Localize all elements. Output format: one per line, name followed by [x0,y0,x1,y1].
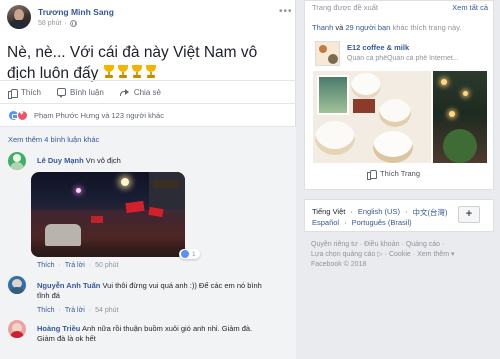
post-action-bar: Thích Bình luận Chia sẻ [0,80,296,104]
trophy-icon [117,65,129,79]
like-page-button[interactable]: Thích Trang [367,169,421,180]
globe-icon [69,20,77,27]
ad-choices-link[interactable]: Lựa chọn quảng cáo [311,250,375,260]
footer-row: Facebook © 2018 [311,260,491,270]
share-label: Chia sẻ [133,87,161,97]
comment-reaction-count[interactable]: 1 [179,249,200,259]
friends-like-text: Thanh và 29 người bạn khác thích trang n… [312,23,462,32]
post-timestamp[interactable]: 58 phút · [38,20,114,27]
language-option[interactable]: Português (Brasil) [352,218,412,227]
like-page-label: Thích Trang [380,169,421,178]
language-row: Tiếng Việt · English (US) · 中文(台灣) [312,207,448,218]
see-more-link[interactable]: Xem thêm [417,250,449,260]
footer-row: Lựa chọn quảng cáo ▷ · Cookie · Xem thêm… [311,250,455,260]
comment-avatar[interactable] [8,320,26,338]
comment-author[interactable]: Lê Duy Mạnh [37,156,84,165]
footer-row: Quyền riêng tư · Điều khoản · Quảng cáo … [311,240,445,250]
comment-text: Anh nữa rồi thuận buồm xuôi gió anh nhỉ.… [82,324,253,333]
comment-text-cont: tĩnh đá [37,291,60,300]
comment-text: Vn vô địch [85,156,121,165]
page-photo-side[interactable] [433,71,487,163]
suggest-title: Trang được đề xuất [312,3,378,12]
add-language-button[interactable]: + [458,206,480,223]
ads-link[interactable]: Quảng cáo [406,240,440,250]
comment-time[interactable]: 50 phút [95,262,118,269]
view-more-comments-link[interactable]: Xem thêm 4 bình luận khác [8,135,99,144]
language-option[interactable]: Español [312,218,339,227]
comment-reply-link[interactable]: Trả lời [65,307,85,314]
page-photo-main[interactable] [313,71,431,163]
comment-body: Lê Duy Mạnh Vn vô địch [37,156,121,166]
cookie-link[interactable]: Cookie [389,250,411,260]
comment-icon [57,88,67,98]
comment-author[interactable]: Hoàng Triều [37,324,80,333]
language-option[interactable]: English (US) [358,207,400,218]
comment-avatar[interactable] [8,152,26,170]
comment-label: Bình luận [70,87,104,97]
post-text: Nè, nè... Với cái đà này Việt Nam vô địc… [7,42,287,84]
author-avatar[interactable] [7,5,31,29]
privacy-link[interactable]: Quyền riêng tư [311,240,358,250]
like-button[interactable]: Thích [8,87,42,99]
comment-time[interactable]: 54 phút [95,307,118,314]
post-header: Trương Minh Sang 58 phút · [7,5,114,31]
friend-name-link[interactable]: Thanh [312,23,333,32]
language-row: Español · Português (Brasil) [312,218,412,227]
comment-like-link[interactable]: Thích [37,307,55,314]
footer-links: Quyền riêng tư · Điều khoản · Quảng cáo … [311,240,491,270]
reactions-summary[interactable]: Phạm Phước Hưng và 123 người khác [8,110,164,121]
comment-body: Nguyễn Anh Tuấn Vui thôi đừng vui quá an… [37,281,287,291]
comment-text-cont: Giảm đà là ok hết [37,334,96,343]
comment-body: Hoàng Triều Anh nữa rồi thuận buồm xuôi … [37,324,287,334]
page-description: Quán cà phêQuán cà phê Internet... [347,55,459,62]
comment-author[interactable]: Nguyễn Anh Tuấn [37,281,100,290]
comment-like-link[interactable]: Thích [37,262,55,269]
thumbs-up-icon [367,169,377,180]
post-card: Trương Minh Sang 58 phút · ••• Nè, nè...… [0,0,296,359]
language-card: Tiếng Việt · English (US) · 中文(台灣) Españ… [304,199,494,232]
terms-link[interactable]: Điều khoản [364,240,399,250]
thumbs-up-icon [8,88,18,99]
like-reaction-icon [181,250,189,258]
trophy-icon [131,65,143,79]
see-all-link[interactable]: Xem tất cả [452,3,488,12]
comment-photo[interactable] [31,172,185,257]
post-time[interactable]: 58 phút [38,20,61,27]
copyright: Facebook © 2018 [311,261,367,268]
current-language: Tiếng Việt [312,207,346,216]
suggest-header: Trang được đề xuất Xem tất cả [312,3,488,12]
page-name-link[interactable]: E12 coffee & milk [347,43,409,52]
trophy-icon [103,65,115,79]
love-reaction-icon [17,110,28,121]
post-author-name[interactable]: Trương Minh Sang [38,7,114,17]
language-option[interactable]: 中文(台灣) [412,207,447,218]
comment-reply-link[interactable]: Trả lời [65,262,85,269]
comment-avatar[interactable] [8,276,26,294]
share-icon [119,88,130,96]
chevron-down-icon[interactable]: ▾ [451,250,455,260]
ad-choices-icon: ▷ [377,251,383,258]
suggested-page-card: Trang được đề xuất Xem tất cả Thanh và 2… [304,0,494,190]
page-logo[interactable] [315,41,340,66]
like-label: Thích [21,87,42,97]
share-button[interactable]: Chia sẻ [119,87,161,97]
reactions-text[interactable]: Phạm Phước Hưng và 123 người khác [34,111,164,120]
comment-text: Vui thôi đừng vui quá anh :)) Để các em … [102,281,262,290]
trophy-icon [145,65,157,79]
comment-meta: Thích · Trả lời · 54 phút [37,307,119,314]
more-dots-icon[interactable]: ••• [279,6,293,17]
friends-count-link[interactable]: 29 người bạn [345,23,390,32]
comment-button[interactable]: Bình luận [57,87,104,98]
comment-meta: Thích · Trả lời · 50 phút [37,262,119,269]
